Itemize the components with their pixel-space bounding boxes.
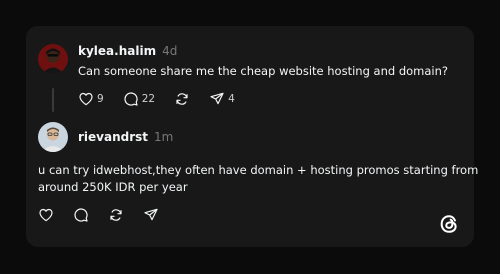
thread-card: kylea.halim 4d Can someone share me the c…: [26, 26, 478, 247]
reply-comment-button[interactable]: [73, 206, 89, 224]
threads-logo-icon[interactable]: [438, 213, 460, 235]
heart-icon: [39, 208, 53, 222]
post-actions: 9 22 4: [78, 90, 254, 108]
comment-icon: [74, 208, 88, 222]
reply-username[interactable]: rievandrst: [78, 130, 148, 144]
reply-share-button[interactable]: [143, 206, 159, 224]
repost-button[interactable]: [174, 90, 190, 108]
send-icon: [210, 92, 224, 105]
avatar-rievandrst[interactable]: [38, 122, 68, 152]
like-button[interactable]: 9: [78, 90, 104, 108]
reply-actions: [38, 206, 178, 224]
like-count: 9: [97, 93, 104, 105]
reply-like-button[interactable]: [38, 206, 54, 224]
avatar-kylea-halim[interactable]: [38, 44, 68, 74]
thread-connector-line: [52, 88, 54, 112]
post-header: kylea.halim 4d: [78, 44, 177, 58]
reply-text-line-2: around 250K IDR per year: [38, 180, 188, 194]
comment-icon: [124, 92, 138, 106]
share-count: 4: [228, 93, 235, 105]
post-text: Can someone share me the cheap website h…: [78, 64, 448, 78]
reply-button[interactable]: 22: [123, 90, 155, 108]
reply-text: u can try idwebhost,they often have doma…: [38, 162, 478, 196]
heart-icon: [79, 92, 93, 106]
post-username[interactable]: kylea.halim: [78, 44, 156, 58]
reply-count: 22: [141, 93, 156, 105]
send-icon: [144, 208, 158, 221]
repost-icon: [176, 93, 188, 105]
post-time[interactable]: 4d: [162, 44, 177, 58]
reply-header: rievandrst 1m: [78, 130, 173, 144]
reply-repost-button[interactable]: [108, 206, 124, 224]
reply-time[interactable]: 1m: [154, 130, 173, 144]
share-button[interactable]: 4: [209, 90, 235, 108]
reply-text-line-1: u can try idwebhost,they often have doma…: [38, 163, 479, 177]
repost-icon: [110, 209, 122, 221]
